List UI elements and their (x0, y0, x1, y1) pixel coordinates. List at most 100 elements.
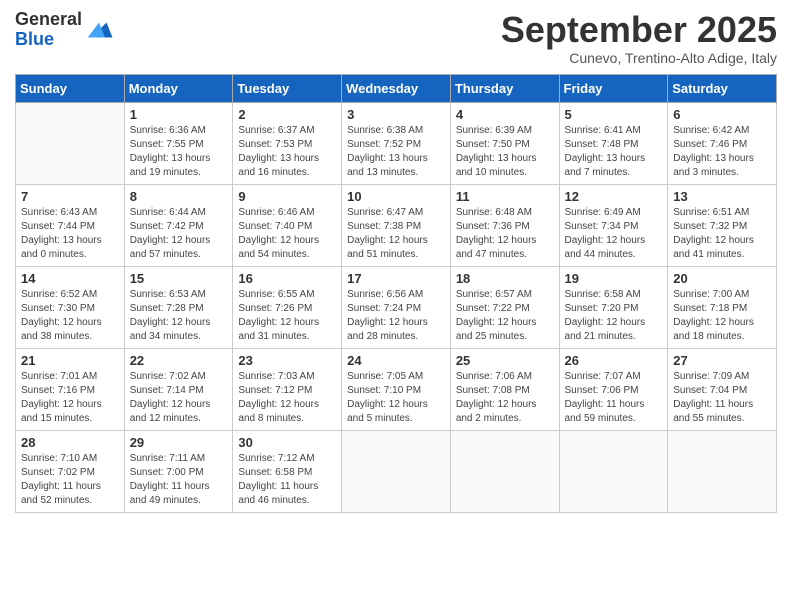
day-info: Sunrise: 6:55 AM Sunset: 7:26 PM Dayligh… (238, 288, 336, 344)
calendar-cell: 8 Sunrise: 6:44 AM Sunset: 7:42 PM Daylig… (124, 184, 233, 266)
day-number: 10 (347, 189, 445, 204)
calendar-cell: 21 Sunrise: 7:01 AM Sunset: 7:16 PM Dayli… (16, 348, 125, 430)
calendar-cell: 19 Sunrise: 6:58 AM Sunset: 7:20 PM Dayli… (559, 266, 668, 348)
day-info: Sunrise: 6:57 AM Sunset: 7:22 PM Dayligh… (456, 288, 554, 344)
calendar-cell: 3 Sunrise: 6:38 AM Sunset: 7:52 PM Daylig… (342, 102, 451, 184)
day-number: 13 (673, 189, 771, 204)
logo: General Blue (15, 10, 114, 50)
title-block: September 2025 Cunevo, Trentino-Alto Adi… (501, 10, 777, 66)
day-number: 1 (130, 107, 228, 122)
calendar-cell: 4 Sunrise: 6:39 AM Sunset: 7:50 PM Daylig… (450, 102, 559, 184)
column-header-monday: Monday (124, 74, 233, 102)
calendar-cell (559, 430, 668, 512)
column-header-wednesday: Wednesday (342, 74, 451, 102)
month-title: September 2025 (501, 10, 777, 50)
day-number: 23 (238, 353, 336, 368)
calendar-cell: 1 Sunrise: 6:36 AM Sunset: 7:55 PM Daylig… (124, 102, 233, 184)
day-number: 30 (238, 435, 336, 450)
calendar-cell: 11Sunrise: 6:48 AM Sunset: 7:36 PM Dayli… (450, 184, 559, 266)
day-number: 28 (21, 435, 119, 450)
column-header-tuesday: Tuesday (233, 74, 342, 102)
day-number: 20 (673, 271, 771, 286)
calendar-cell: 13 Sunrise: 6:51 AM Sunset: 7:32 PM Dayli… (668, 184, 777, 266)
day-info: Sunrise: 6:37 AM Sunset: 7:53 PM Dayligh… (238, 124, 336, 180)
day-info: Sunrise: 6:48 AM Sunset: 7:36 PM Dayligh… (456, 206, 554, 262)
day-number: 26 (565, 353, 663, 368)
day-number: 17 (347, 271, 445, 286)
calendar-cell: 20Sunrise: 7:00 AM Sunset: 7:18 PM Dayli… (668, 266, 777, 348)
day-info: Sunrise: 6:58 AM Sunset: 7:20 PM Dayligh… (565, 288, 663, 344)
day-info: Sunrise: 7:02 AM Sunset: 7:14 PM Dayligh… (130, 370, 228, 426)
day-number: 3 (347, 107, 445, 122)
day-info: Sunrise: 7:07 AM Sunset: 7:06 PM Dayligh… (565, 370, 663, 426)
day-number: 19 (565, 271, 663, 286)
calendar-cell: 2Sunrise: 6:37 AM Sunset: 7:53 PM Daylig… (233, 102, 342, 184)
calendar-cell (668, 430, 777, 512)
day-info: Sunrise: 7:05 AM Sunset: 7:10 PM Dayligh… (347, 370, 445, 426)
calendar-cell (342, 430, 451, 512)
day-info: Sunrise: 6:49 AM Sunset: 7:34 PM Dayligh… (565, 206, 663, 262)
calendar-cell: 9 Sunrise: 6:46 AM Sunset: 7:40 PM Daylig… (233, 184, 342, 266)
day-info: Sunrise: 7:03 AM Sunset: 7:12 PM Dayligh… (238, 370, 336, 426)
calendar-cell: 16Sunrise: 6:55 AM Sunset: 7:26 PM Dayli… (233, 266, 342, 348)
calendar-cell: 26 Sunrise: 7:07 AM Sunset: 7:06 PM Dayli… (559, 348, 668, 430)
calendar-week-row: 1 Sunrise: 6:36 AM Sunset: 7:55 PM Daylig… (16, 102, 777, 184)
day-info: Sunrise: 6:42 AM Sunset: 7:46 PM Dayligh… (673, 124, 771, 180)
calendar-cell: 25Sunrise: 7:06 AM Sunset: 7:08 PM Dayli… (450, 348, 559, 430)
calendar-cell: 15 Sunrise: 6:53 AM Sunset: 7:28 PM Dayli… (124, 266, 233, 348)
calendar-cell: 27 Sunrise: 7:09 AM Sunset: 7:04 PM Dayli… (668, 348, 777, 430)
day-info: Sunrise: 6:41 AM Sunset: 7:48 PM Dayligh… (565, 124, 663, 180)
day-info: Sunrise: 6:51 AM Sunset: 7:32 PM Dayligh… (673, 206, 771, 262)
day-info: Sunrise: 6:46 AM Sunset: 7:40 PM Dayligh… (238, 206, 336, 262)
logo-icon (84, 15, 114, 45)
calendar-cell: 22 Sunrise: 7:02 AM Sunset: 7:14 PM Dayli… (124, 348, 233, 430)
calendar-cell: 17 Sunrise: 6:56 AM Sunset: 7:24 PM Dayli… (342, 266, 451, 348)
calendar-cell: 7Sunrise: 6:43 AM Sunset: 7:44 PM Daylig… (16, 184, 125, 266)
day-info: Sunrise: 6:38 AM Sunset: 7:52 PM Dayligh… (347, 124, 445, 180)
day-info: Sunrise: 6:47 AM Sunset: 7:38 PM Dayligh… (347, 206, 445, 262)
day-info: Sunrise: 6:56 AM Sunset: 7:24 PM Dayligh… (347, 288, 445, 344)
calendar-cell: 18Sunrise: 6:57 AM Sunset: 7:22 PM Dayli… (450, 266, 559, 348)
logo-text: General Blue (15, 10, 82, 50)
calendar-week-row: 14 Sunrise: 6:52 AM Sunset: 7:30 PM Dayli… (16, 266, 777, 348)
day-info: Sunrise: 7:09 AM Sunset: 7:04 PM Dayligh… (673, 370, 771, 426)
calendar-cell (16, 102, 125, 184)
day-info: Sunrise: 6:52 AM Sunset: 7:30 PM Dayligh… (21, 288, 119, 344)
day-info: Sunrise: 6:53 AM Sunset: 7:28 PM Dayligh… (130, 288, 228, 344)
day-info: Sunrise: 7:01 AM Sunset: 7:16 PM Dayligh… (21, 370, 119, 426)
day-info: Sunrise: 6:36 AM Sunset: 7:55 PM Dayligh… (130, 124, 228, 180)
day-info: Sunrise: 6:44 AM Sunset: 7:42 PM Dayligh… (130, 206, 228, 262)
day-info: Sunrise: 7:12 AM Sunset: 6:58 PM Dayligh… (238, 452, 336, 508)
day-number: 6 (673, 107, 771, 122)
calendar-cell: 30 Sunrise: 7:12 AM Sunset: 6:58 PM Dayli… (233, 430, 342, 512)
column-header-saturday: Saturday (668, 74, 777, 102)
calendar-week-row: 21 Sunrise: 7:01 AM Sunset: 7:16 PM Dayli… (16, 348, 777, 430)
day-number: 7 (21, 189, 119, 204)
calendar-cell: 24Sunrise: 7:05 AM Sunset: 7:10 PM Dayli… (342, 348, 451, 430)
day-number: 29 (130, 435, 228, 450)
day-number: 8 (130, 189, 228, 204)
day-number: 25 (456, 353, 554, 368)
location-subtitle: Cunevo, Trentino-Alto Adige, Italy (501, 50, 777, 66)
calendar-cell: 29 Sunrise: 7:11 AM Sunset: 7:00 PM Dayli… (124, 430, 233, 512)
column-header-friday: Friday (559, 74, 668, 102)
day-number: 15 (130, 271, 228, 286)
day-number: 12 (565, 189, 663, 204)
day-number: 9 (238, 189, 336, 204)
day-info: Sunrise: 7:11 AM Sunset: 7:00 PM Dayligh… (130, 452, 228, 508)
calendar-cell: 6 Sunrise: 6:42 AM Sunset: 7:46 PM Daylig… (668, 102, 777, 184)
day-info: Sunrise: 6:39 AM Sunset: 7:50 PM Dayligh… (456, 124, 554, 180)
day-info: Sunrise: 7:10 AM Sunset: 7:02 PM Dayligh… (21, 452, 119, 508)
column-header-sunday: Sunday (16, 74, 125, 102)
day-number: 4 (456, 107, 554, 122)
day-number: 27 (673, 353, 771, 368)
day-number: 21 (21, 353, 119, 368)
calendar-cell: 5Sunrise: 6:41 AM Sunset: 7:48 PM Daylig… (559, 102, 668, 184)
calendar-cell: 14 Sunrise: 6:52 AM Sunset: 7:30 PM Dayli… (16, 266, 125, 348)
day-number: 22 (130, 353, 228, 368)
day-number: 14 (21, 271, 119, 286)
calendar-header-row: SundayMondayTuesdayWednesdayThursdayFrid… (16, 74, 777, 102)
calendar-cell: 28 Sunrise: 7:10 AM Sunset: 7:02 PM Dayli… (16, 430, 125, 512)
calendar-week-row: 28 Sunrise: 7:10 AM Sunset: 7:02 PM Dayli… (16, 430, 777, 512)
calendar-week-row: 7Sunrise: 6:43 AM Sunset: 7:44 PM Daylig… (16, 184, 777, 266)
